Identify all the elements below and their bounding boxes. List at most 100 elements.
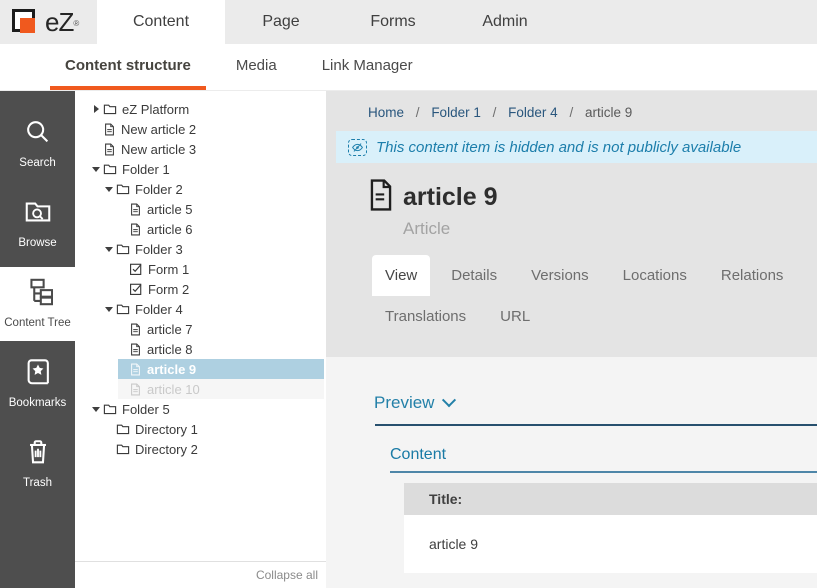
tree-item-folder-1[interactable]: Folder 1 [92,159,324,179]
field-table: Title: article 9 [404,483,817,573]
breadcrumb-link-home[interactable]: Home [368,105,404,120]
content-tabs-row-2: Translations URL [372,296,817,337]
tab-url[interactable]: URL [487,296,543,337]
tree-item-label: article 5 [147,202,193,217]
sidebar-item-content-tree[interactable]: Content Tree [0,267,75,341]
collapse-all-button[interactable]: Collapse all [256,568,318,582]
content-item-header: article 9 Article [368,179,817,239]
tree-item-article-6[interactable]: article 6 [118,219,324,239]
tab-locations[interactable]: Locations [610,255,700,296]
tree-item-label: New article 2 [121,122,196,137]
tree-item-folder-5[interactable]: Folder 5 [92,399,324,419]
folder-icon [103,402,117,416]
notice-text: This content item is hidden and is not p… [376,139,741,156]
content-tree-panel: eZ Platform New article 2 New article 3 … [75,91,326,588]
tree-item-article-9-selected[interactable]: article 9 [118,359,324,379]
tree-item-label: Form 2 [148,282,189,297]
tab-details[interactable]: Details [438,255,510,296]
top-navigation-bar: eZ ® Content Page Forms Admin [0,0,817,44]
search-icon [23,134,53,151]
article-icon [129,342,142,357]
caret-right-icon[interactable] [92,104,103,114]
tree-item-new-article-3[interactable]: New article 3 [92,139,324,159]
tree-item-directory-1[interactable]: Directory 1 [105,419,324,439]
caret-spacer [105,444,116,454]
hidden-content-notice: This content item is hidden and is not p… [336,131,817,163]
field-label: Title: [429,491,462,507]
caret-down-icon[interactable] [105,244,116,254]
view-tab-body: Preview Content Title: article 9 [326,357,817,588]
tab-versions[interactable]: Versions [518,255,602,296]
tab-view[interactable]: View [372,255,430,296]
tab-translations[interactable]: Translations [372,296,479,337]
caret-down-icon[interactable] [105,184,116,194]
tree-item-article-8[interactable]: article 8 [118,339,324,359]
ez-logo-mark-icon [12,7,42,37]
caret-spacer [105,424,116,434]
tree-item-label: article 10 [147,382,200,397]
tree-item-label: Folder 4 [135,302,183,317]
top-tab-content[interactable]: Content [97,0,225,44]
subnav-media[interactable]: Media [221,44,292,90]
folder-icon [116,442,130,456]
caret-down-icon[interactable] [92,164,103,174]
sidebar-item-search[interactable]: Search [0,107,75,181]
folder-icon [103,162,117,176]
breadcrumb-link-folder-4[interactable]: Folder 4 [508,105,558,120]
tree-item-article-10-hidden[interactable]: article 10 [118,379,324,399]
top-tab-page[interactable]: Page [225,0,337,44]
tree-item-article-5[interactable]: article 5 [118,199,324,219]
sidebar-item-label: Search [0,157,75,169]
tree-item-folder-4[interactable]: Folder 4 [105,299,324,319]
folder-icon [116,302,130,316]
caret-spacer [118,324,129,334]
tab-relations[interactable]: Relations [708,255,797,296]
chevron-down-icon [442,393,456,407]
main-content: Home / Folder 1 / Folder 4 / article 9 T… [326,91,817,588]
article-icon [129,202,142,217]
tree-item-directory-2[interactable]: Directory 2 [105,439,324,459]
caret-down-icon[interactable] [92,404,103,414]
caret-down-icon[interactable] [105,304,116,314]
field-label-row: Title: [404,483,817,515]
subnav-content-structure[interactable]: Content structure [50,44,206,90]
folder-icon [116,422,130,436]
sidebar-item-bookmarks[interactable]: Bookmarks [0,347,75,421]
tree-item-new-article-2[interactable]: New article 2 [92,119,324,139]
ez-logo[interactable]: eZ ® [0,0,97,44]
caret-spacer [118,264,129,274]
tree-item-folder-2[interactable]: Folder 2 [105,179,324,199]
tree-item-folder-3[interactable]: Folder 3 [105,239,324,259]
tree-item-article-7[interactable]: article 7 [118,319,324,339]
breadcrumb-link-folder-1[interactable]: Folder 1 [431,105,481,120]
tree-item-label: Directory 1 [135,422,198,437]
preview-section-toggle[interactable]: Preview [374,393,817,413]
tree-item-form-1[interactable]: Form 1 [118,259,324,279]
left-sidebar: Search Browse Content Tree Bookmarks [0,91,75,588]
article-icon [129,222,142,237]
tree-item-ez-platform[interactable]: eZ Platform [92,99,324,119]
caret-spacer [118,204,129,214]
subnav-link-manager[interactable]: Link Manager [307,44,428,90]
browse-icon [23,214,53,231]
top-tab-forms[interactable]: Forms [337,0,449,44]
article-icon [129,362,142,377]
caret-spacer [118,344,129,354]
folder-icon [116,242,130,256]
folder-icon [116,182,130,196]
sidebar-item-browse[interactable]: Browse [0,187,75,261]
sidebar-item-label: Trash [0,477,75,489]
logo-orange-square [20,18,35,33]
top-tab-admin[interactable]: Admin [449,0,561,44]
sidebar-item-trash[interactable]: Trash [0,427,75,501]
breadcrumb: Home / Folder 1 / Folder 4 / article 9 [326,91,817,120]
content-tree-list: eZ Platform New article 2 New article 3 … [75,91,326,561]
document-icon [368,179,394,216]
article-icon [103,122,116,137]
folder-icon [103,102,117,116]
breadcrumb-separator: / [493,105,497,120]
tree-item-form-2[interactable]: Form 2 [118,279,324,299]
content-header-panel: Home / Folder 1 / Folder 4 / article 9 T… [326,91,817,357]
trash-icon [23,454,53,471]
caret-spacer [92,124,103,134]
